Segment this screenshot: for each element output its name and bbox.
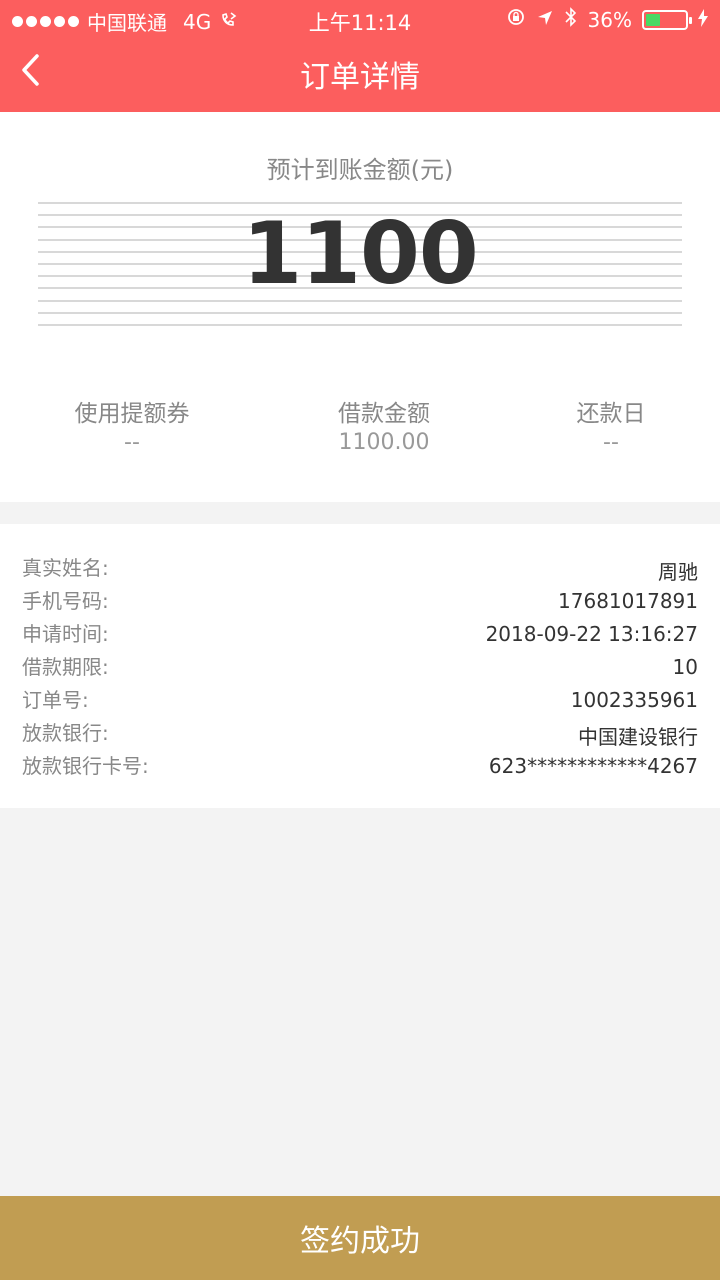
expected-amount-label: 预计到账金额(元)	[266, 156, 454, 184]
bluetooth-icon	[564, 7, 578, 32]
detail-row: 申请时间: 2018-09-22 13:16:27	[22, 618, 698, 651]
charging-icon	[698, 8, 708, 32]
orientation-lock-icon	[506, 7, 526, 32]
detail-row: 订单号: 1002335961	[22, 684, 698, 717]
detail-row: 借款期限: 10	[22, 651, 698, 684]
coupon-column: 使用提额券 --	[70, 394, 194, 455]
detail-row: 真实姓名: 周驰	[22, 552, 698, 585]
repayment-date-column: 还款日 --	[566, 394, 656, 455]
detail-key: 订单号:	[22, 688, 89, 712]
status-bar: 中国联通 4G 上午11:14 36%	[0, 0, 720, 38]
repayment-date-title: 还款日	[576, 401, 646, 427]
detail-row: 放款银行卡号: 623************4267	[22, 750, 698, 783]
detail-value: 1002335961	[570, 688, 698, 712]
detail-value: 2018-09-22 13:16:27	[485, 622, 698, 646]
amount-card: 预计到账金额(元) 1100 使用提额券 -- 借款金额 1100.00 还款日…	[0, 112, 720, 502]
order-details: 真实姓名: 周驰 手机号码: 17681017891 申请时间: 2018-09…	[0, 524, 720, 808]
detail-value: 623************4267	[488, 754, 698, 778]
detail-row: 手机号码: 17681017891	[22, 585, 698, 618]
detail-key: 真实姓名:	[22, 556, 109, 580]
battery-percent: 36%	[587, 7, 632, 32]
detail-value: 中国建设银行	[578, 725, 698, 749]
coupon-title: 使用提额券	[74, 401, 190, 427]
battery-icon	[642, 9, 692, 30]
detail-key: 申请时间:	[22, 622, 109, 646]
location-icon	[536, 8, 554, 32]
expected-amount-value: 1100	[242, 204, 478, 304]
detail-key: 手机号码:	[22, 589, 109, 613]
coupon-value: --	[124, 430, 140, 455]
loan-amount-title: 借款金额	[338, 401, 430, 427]
sign-success-button[interactable]: 签约成功	[0, 1196, 720, 1280]
detail-key: 放款银行:	[22, 721, 109, 745]
detail-key: 借款期限:	[22, 655, 109, 679]
detail-value: 周驰	[658, 560, 698, 584]
detail-key: 放款银行卡号:	[22, 754, 149, 778]
detail-value: 17681017891	[558, 589, 698, 613]
loan-amount-column: 借款金额 1100.00	[320, 394, 448, 455]
page-title: 订单详情	[300, 60, 420, 95]
header: 中国联通 4G 上午11:14 36% 订单详情	[0, 0, 720, 112]
repayment-date-value: --	[603, 430, 619, 455]
detail-value: 10	[672, 655, 698, 679]
detail-row: 放款银行: 中国建设银行	[22, 717, 698, 750]
loan-amount-value: 1100.00	[338, 430, 430, 455]
